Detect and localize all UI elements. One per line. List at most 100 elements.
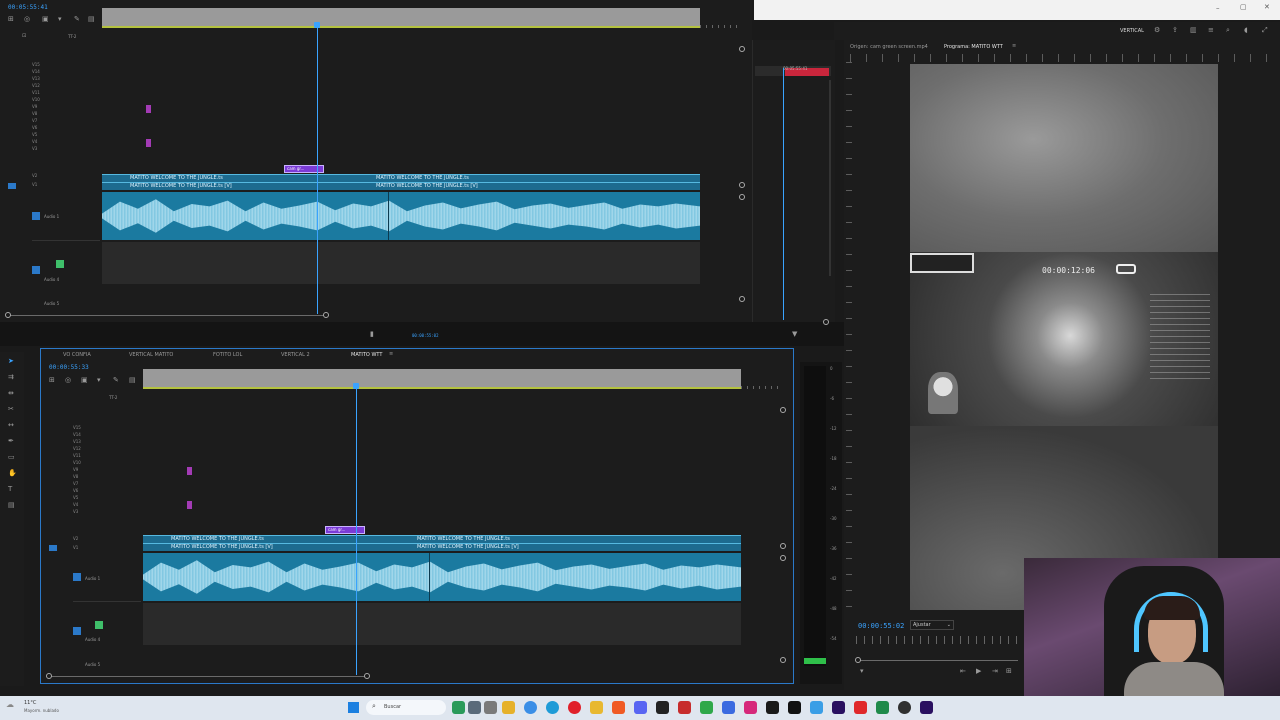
taskbar-app-xbox-icon[interactable] (700, 701, 713, 714)
top-hscroll-start[interactable] (5, 312, 11, 318)
bottom-add-marker-icon[interactable]: ▣ (81, 377, 88, 384)
tab-vo-confia[interactable]: VO CONFIA (63, 352, 91, 358)
razor-icon[interactable]: ✂ (8, 406, 14, 413)
top-track-v6[interactable]: V6 (0, 125, 100, 130)
top-playhead-handle[interactable] (314, 22, 320, 28)
play-icon[interactable]: ▶ (976, 668, 981, 675)
top-track-v11[interactable]: V11 (0, 90, 100, 95)
program-scrub-bar[interactable] (856, 636, 1018, 644)
bottom-playhead[interactable] (356, 385, 357, 675)
workspace-label[interactable]: VERTICAL (1120, 28, 1144, 34)
taskbar-app-premiere2-icon[interactable] (920, 701, 933, 714)
top-timecode[interactable]: 00:05:55:41 (8, 4, 48, 11)
top-clip-v1-b[interactable]: MATITO WELCOME TO THE JUNGLE.ts [V] (370, 182, 700, 190)
wrench-icon[interactable]: ✎ (74, 16, 80, 23)
bottom-purple-marker-2[interactable] (187, 501, 192, 509)
top-small-clip[interactable]: cam gr... (284, 165, 324, 173)
middle-stop-icon[interactable]: ▮ (370, 331, 374, 338)
taskbar-app-chrome-icon[interactable] (524, 701, 537, 714)
top-vscroll-knob-2[interactable] (739, 182, 745, 188)
bottom-playhead-handle[interactable] (353, 383, 359, 389)
bottom-track-v5[interactable]: V5 (41, 495, 141, 500)
program-monitor-tab[interactable]: Programa: MATITO WTT (944, 44, 1003, 50)
top-track-v5[interactable]: V5 (0, 132, 100, 137)
bottom-caption-icon[interactable]: ▤ (129, 377, 136, 384)
taskbar-app-terminal-icon[interactable] (766, 701, 779, 714)
source-monitor-tab[interactable]: Origen: cam green screen.mp4 (850, 44, 928, 50)
bottom-hscroll-track[interactable] (49, 676, 367, 677)
taskbar-app-youtube-icon[interactable] (854, 701, 867, 714)
lock-icon[interactable]: ⊡ (22, 33, 26, 40)
bottom-v1-source-patch[interactable] (49, 545, 57, 551)
taskbar-app-capcut-icon[interactable] (656, 701, 669, 714)
top-work-area-bar[interactable] (102, 26, 700, 28)
bottom-track-v15[interactable]: V15 (41, 425, 141, 430)
filter-icon[interactable]: ▼ (792, 331, 797, 338)
top-purple-marker-1[interactable] (146, 105, 151, 113)
tab-matito-wtt[interactable]: MATITO WTT (351, 352, 382, 358)
hand-icon[interactable]: ✋ (8, 470, 17, 477)
bottom-purple-marker-1[interactable] (187, 467, 192, 475)
top-a4-source-patch[interactable] (32, 266, 40, 274)
top-playhead[interactable] (317, 24, 318, 314)
weather-icon[interactable]: ☁ (6, 700, 14, 709)
bottom-clip-v2-a[interactable]: MATITO WELCOME TO THE JUNGLE.ts (143, 535, 411, 543)
taskbar-app-excel-icon[interactable] (876, 701, 889, 714)
bottom-a4-source-patch[interactable] (73, 627, 81, 635)
program-zoom-bar[interactable] (858, 660, 1018, 661)
top-v1-source-patch[interactable] (8, 183, 16, 189)
bottom-wrench-icon[interactable]: ✎ (113, 377, 119, 384)
maximize-icon[interactable]: ▢ (1240, 3, 1247, 11)
program-ruler[interactable] (850, 54, 1274, 62)
taskbar-app-discord-icon[interactable] (634, 701, 647, 714)
close-icon[interactable]: ✕ (1264, 3, 1270, 11)
bottom-ruler[interactable] (143, 369, 741, 389)
tab-vertical-matito[interactable]: VERTICAL MATITO (129, 352, 173, 358)
top-a2-a4-headers[interactable] (32, 240, 100, 277)
weather-temp[interactable]: 11°C (24, 700, 36, 706)
taskbar-app-store-icon[interactable] (722, 701, 735, 714)
source-mini-scroll[interactable] (829, 80, 831, 276)
top-track-v2[interactable]: V2 (0, 173, 100, 178)
taskbar-app-explorer-icon[interactable] (502, 701, 515, 714)
bottom-track-v13[interactable]: V13 (41, 439, 141, 444)
top-track-v10[interactable]: V10 (0, 97, 100, 102)
top-clip-v2-a[interactable]: MATITO WELCOME TO THE JUNGLE.ts (102, 174, 370, 182)
bottom-vscroll-knob-2[interactable] (780, 543, 786, 549)
bottom-vscroll-knob-3[interactable] (780, 555, 786, 561)
step-forward-icon[interactable]: ⇥ (992, 668, 998, 675)
expand-icon[interactable]: ⤢ (1262, 27, 1268, 34)
taskbar-app-bluestacks-icon[interactable] (810, 701, 823, 714)
panel-menu-icon[interactable]: ≡ (1012, 43, 1016, 50)
taskbar-app-widgets-icon[interactable] (452, 701, 465, 714)
top-a1-source-patch[interactable] (32, 212, 40, 220)
bottom-marker-icon[interactable]: ▾ (97, 377, 101, 384)
program-video-frame[interactable]: 00:00:12:06 (910, 64, 1218, 610)
start-button[interactable] (348, 702, 359, 713)
bottom-track-v10[interactable]: V10 (41, 460, 141, 465)
bottom-track-v7[interactable]: V7 (41, 481, 141, 486)
top-clip-v2-b[interactable]: MATITO WELCOME TO THE JUNGLE.ts (370, 174, 700, 182)
slip-icon[interactable]: ↔ (8, 422, 14, 429)
bottom-track-v14[interactable]: V14 (41, 432, 141, 437)
bottom-track-v8[interactable]: V8 (41, 474, 141, 479)
taskbar-app-files-icon[interactable] (484, 701, 497, 714)
top-hscroll-track[interactable] (8, 315, 326, 316)
bottom-timecode[interactable]: 00:00:55:33 (49, 364, 89, 371)
top-track-v3[interactable]: V3 (0, 146, 100, 151)
bottom-hscroll-start[interactable] (46, 673, 52, 679)
taskbar-app-obs-icon[interactable] (898, 701, 911, 714)
top-track-v12[interactable]: V12 (0, 83, 100, 88)
program-timecode[interactable]: 00:00:55:02 (858, 622, 904, 630)
bottom-vscroll-knob-1[interactable] (780, 407, 786, 413)
bottom-track-v11[interactable]: V11 (41, 453, 141, 458)
weather-desc[interactable]: Mayorm. nublado (24, 708, 59, 713)
settings-icon[interactable]: ⚙ (1154, 27, 1160, 34)
export-icon[interactable]: ⇪ (1172, 27, 1178, 34)
top-solo-button[interactable] (56, 260, 64, 268)
taskbar-search[interactable]: ⌕ Buscar (366, 700, 446, 715)
volume-icon[interactable]: ◖ (1244, 27, 1248, 34)
bottom-solo-button[interactable] (95, 621, 103, 629)
top-track-v7[interactable]: V7 (0, 118, 100, 123)
taskbar-app-opera-icon[interactable] (568, 701, 581, 714)
